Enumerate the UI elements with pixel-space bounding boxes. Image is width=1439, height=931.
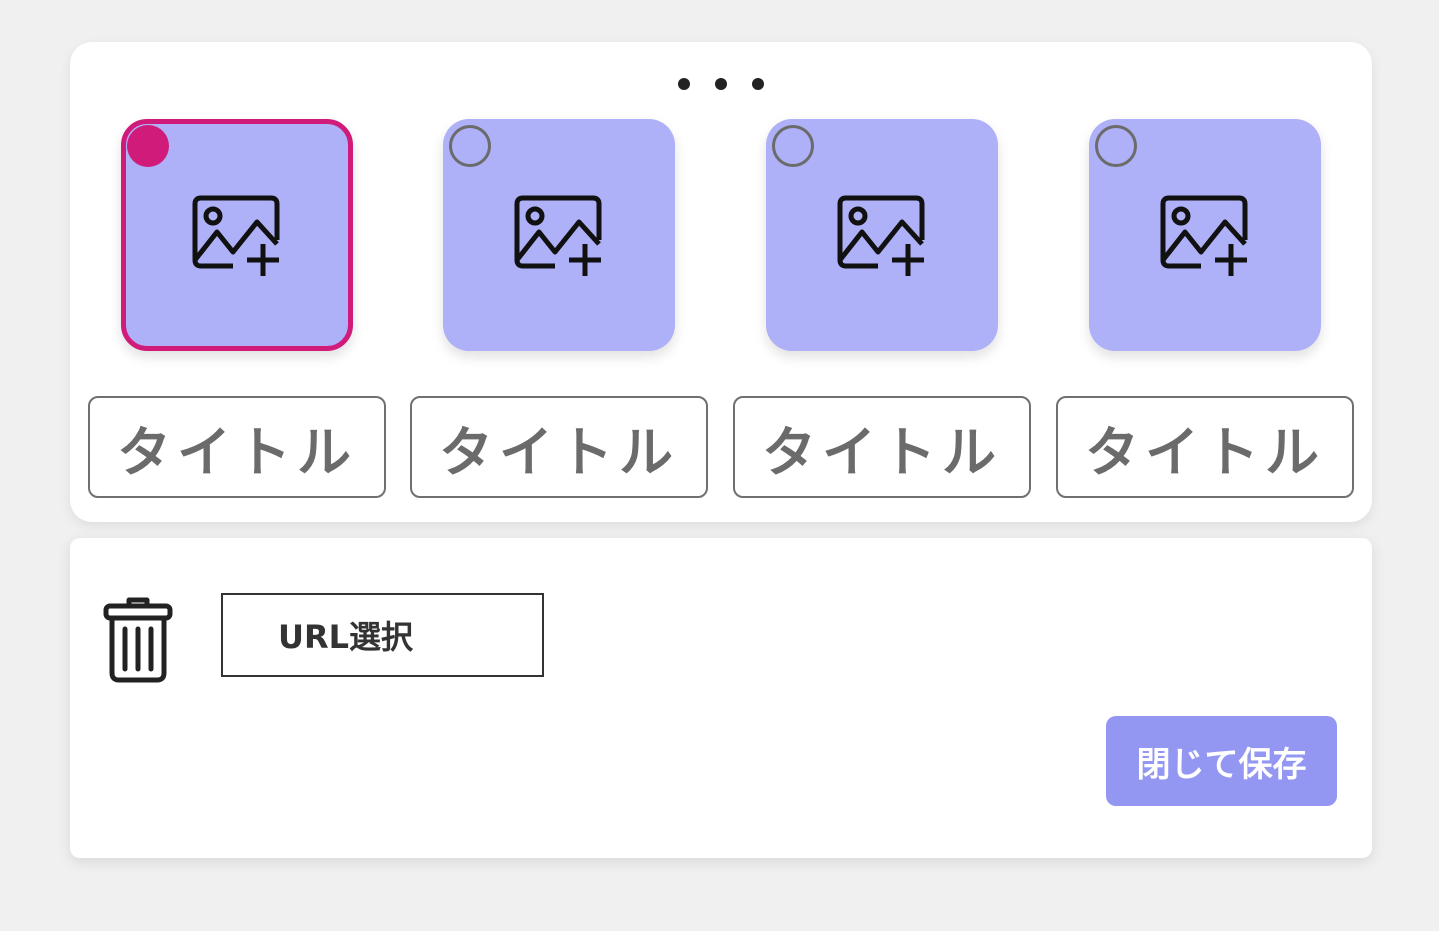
more-dot-icon	[678, 78, 690, 90]
image-slot-1[interactable]	[121, 119, 353, 351]
slot-radio[interactable]	[772, 125, 814, 167]
more-dot-icon	[715, 78, 727, 90]
trash-icon[interactable]	[103, 597, 173, 683]
add-image-icon	[837, 195, 925, 276]
more-options-button[interactable]	[678, 76, 764, 92]
add-image-icon	[1160, 195, 1248, 276]
image-slot-panel: タイトル タイトル タイトル タイトル	[70, 42, 1372, 522]
image-slot-4[interactable]	[1089, 119, 1321, 351]
more-dot-icon	[752, 78, 764, 90]
slot-title-button-3[interactable]: タイトル	[733, 396, 1031, 498]
slot-radio[interactable]	[1095, 125, 1137, 167]
save-close-button[interactable]: 閉じて保存	[1106, 716, 1337, 806]
slot-title-button-2[interactable]: タイトル	[410, 396, 708, 498]
action-panel: URL選択 閉じて保存	[70, 538, 1372, 858]
slot-title-button-4[interactable]: タイトル	[1056, 396, 1354, 498]
slot-title-button-1[interactable]: タイトル	[88, 396, 386, 498]
add-image-icon	[192, 195, 280, 276]
slot-radio[interactable]	[449, 125, 491, 167]
add-image-icon	[514, 195, 602, 276]
url-select-button[interactable]: URL選択	[221, 593, 544, 677]
image-slot-2[interactable]	[443, 119, 675, 351]
slot-radio-selected[interactable]	[127, 125, 169, 167]
image-slot-3[interactable]	[766, 119, 998, 351]
